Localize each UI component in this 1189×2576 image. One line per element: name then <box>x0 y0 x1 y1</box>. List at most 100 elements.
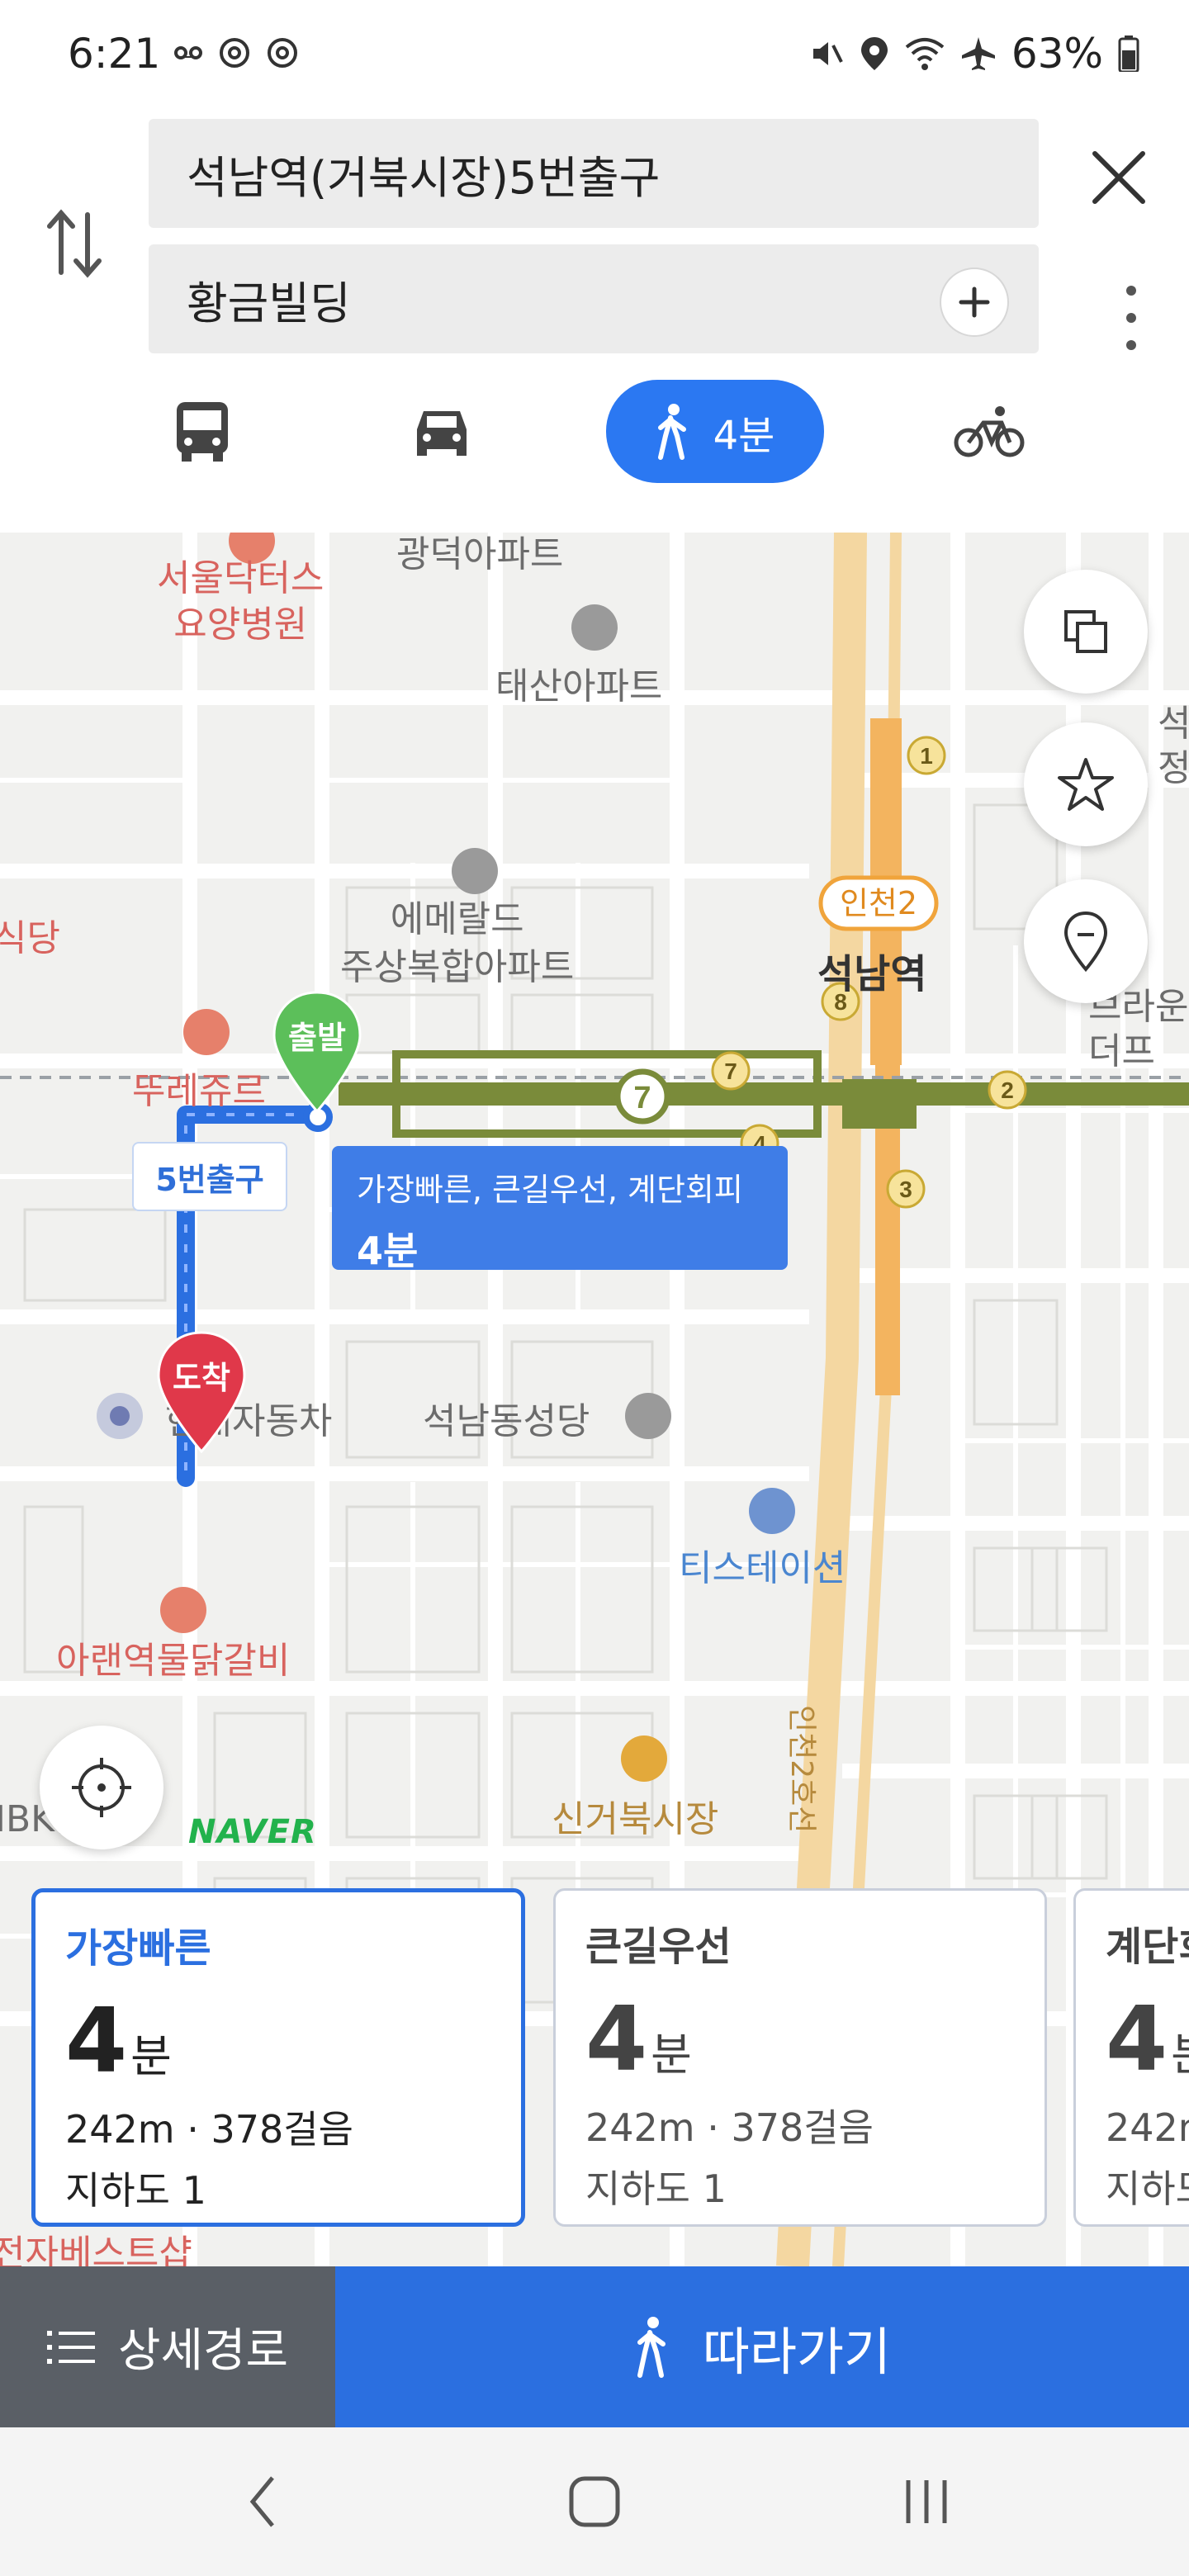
list-icon <box>46 2330 95 2364</box>
wifi-icon <box>905 38 945 70</box>
mode-tab-car[interactable] <box>400 380 483 483</box>
route-card-underpass: 지하도 1 <box>65 2168 206 2213</box>
nav-recents-button[interactable] <box>885 2460 968 2543</box>
map-label-top-apt: 광덕아파트 <box>396 533 564 575</box>
nav-home-button[interactable] <box>553 2460 636 2543</box>
start-pin-label: 출발 <box>288 1020 346 1056</box>
bus-icon <box>177 401 228 462</box>
svg-text:7: 7 <box>633 1081 651 1115</box>
layers-icon <box>1064 610 1107 653</box>
pin-icon <box>1063 911 1108 973</box>
swap-icon[interactable] <box>41 198 107 289</box>
route-tooltip-time: 4분 <box>357 1229 419 1273</box>
place-marker-button[interactable] <box>1024 879 1148 1003</box>
chrome-icon <box>220 38 249 68</box>
route-card-title: 가장빠른 <box>65 1925 211 1972</box>
route-tooltip-options: 가장빠른, 큰길우선, 계단회피 <box>357 1172 743 1208</box>
notification-icons <box>173 36 299 69</box>
route-card-main-road[interactable]: 큰길우선 4 분 242m · 378걸음 지하도 1 <box>553 1888 1047 2227</box>
route-card-time-value: 4 <box>585 1988 648 2091</box>
route-option-cards: 가장빠른 4 분 242m · 378걸음 지하도 1 큰길우선 4 분 242… <box>0 1887 1189 2233</box>
follow-route-button[interactable]: 따라가기 <box>335 2266 1189 2427</box>
favorite-button[interactable] <box>1024 722 1148 846</box>
svg-text:인천2: 인천2 <box>840 885 917 921</box>
map-label-market[interactable]: 신거북시장 <box>552 1789 718 1842</box>
mode-tab-walk[interactable]: 4분 <box>606 380 824 483</box>
route-card-time-value: 4 <box>1106 1988 1168 2091</box>
car-icon <box>417 410 467 456</box>
battery-icon <box>1118 36 1139 72</box>
map-label-taesan-apt[interactable]: 태산아파트 <box>495 656 662 709</box>
map-label-station[interactable]: 석남역 <box>817 941 926 999</box>
close-icon[interactable] <box>1082 140 1156 215</box>
route-card-distance: 242m · 378걸음 <box>585 2105 874 2150</box>
voicemail-icon <box>174 46 202 59</box>
route-card-distance: 242m · 378걸음 <box>65 2107 353 2152</box>
battery-percent: 63% <box>1011 30 1103 78</box>
more-options-icon[interactable] <box>1123 281 1139 355</box>
map-layers-button[interactable] <box>1024 570 1148 694</box>
map-label-restaurant-cut: 식당 <box>0 917 60 959</box>
route-card-time-value: 4 <box>65 1990 128 2093</box>
route-card-distance: 242m · 378걸음 <box>1106 2105 1189 2150</box>
bicycle-icon <box>954 405 1025 457</box>
route-card-title: 큰길우선 <box>585 1924 732 1970</box>
destination-field[interactable]: 황금빌딩 <box>149 244 1039 353</box>
recents-icon <box>906 2480 947 2523</box>
end-pin-label: 도착 <box>173 1360 230 1396</box>
route-card-underpass: 지하도 1 <box>1106 2166 1189 2211</box>
mode-tab-bus[interactable] <box>161 380 244 483</box>
mute-icon <box>812 42 843 65</box>
origin-text: 석남역(거북시장)5번출구 <box>187 151 661 204</box>
airplane-icon <box>961 37 995 70</box>
route-card-title: 계단회피 <box>1106 1924 1189 1970</box>
route-card-time: 4 분 <box>1106 1988 1189 2091</box>
map-label-hospital[interactable]: 서울닥터스 요양병원 <box>157 556 324 648</box>
route-card-time-unit: 분 <box>130 2030 172 2082</box>
walking-icon <box>637 2316 666 2378</box>
svg-text:3: 3 <box>899 1177 912 1202</box>
map-label-ddure[interactable]: 뚜레쥬르 <box>132 1061 266 1114</box>
back-icon <box>249 2476 274 2527</box>
naver-logo: NAVER <box>188 1813 317 1851</box>
end-pin[interactable]: 도착 <box>155 1331 248 1455</box>
route-detail-button[interactable]: 상세경로 <box>0 2266 335 2427</box>
map-label-parish[interactable]: 석남동성당 <box>423 1391 590 1444</box>
map-label-galbi[interactable]: 아랜역물닭갈비 <box>56 1631 290 1683</box>
home-icon <box>569 2476 620 2527</box>
map-label-line2: 인천2호선 <box>784 1705 818 1834</box>
chrome-icon <box>268 38 297 68</box>
mode-tab-bike[interactable] <box>948 380 1030 483</box>
system-icons: 63% <box>808 30 1139 78</box>
transport-mode-tabs: 4분 <box>0 380 1189 491</box>
system-nav-bar <box>0 2427 1189 2576</box>
svg-text:7: 7 <box>724 1058 737 1084</box>
nav-back-button[interactable] <box>221 2460 304 2543</box>
route-card-time: 4 분 <box>65 1990 491 2093</box>
svg-text:1: 1 <box>920 743 933 769</box>
map-label-tstation[interactable]: 티스테이션 <box>679 1538 846 1591</box>
svg-text:2: 2 <box>1001 1077 1014 1103</box>
route-card-time: 4 분 <box>585 1988 1015 2091</box>
route-search-header: 석남역(거북시장)5번출구 황금빌딩 4분 <box>0 107 1189 533</box>
destination-text: 황금빌딩 <box>187 277 351 329</box>
route-card-time-unit: 분 <box>651 2029 692 2081</box>
walk-time-label: 4분 <box>713 412 775 459</box>
current-location-button[interactable] <box>40 1726 163 1849</box>
start-pin[interactable]: 출발 <box>271 991 363 1115</box>
route-card-fastest[interactable]: 가장빠른 4 분 242m · 378걸음 지하도 1 <box>31 1888 525 2227</box>
follow-route-label: 따라가기 <box>702 2321 892 2382</box>
route-card-avoid-stairs[interactable]: 계단회피 4 분 242m · 378걸음 지하도 1 <box>1073 1888 1189 2227</box>
walking-icon <box>657 403 686 460</box>
route-tooltip[interactable]: 가장빠른, 큰길우선, 계단회피 4분 <box>332 1146 788 1273</box>
star-icon <box>1058 758 1114 811</box>
status-time: 6:21 <box>68 30 161 78</box>
origin-field[interactable]: 석남역(거북시장)5번출구 <box>149 119 1039 228</box>
add-waypoint-button[interactable] <box>940 268 1009 337</box>
map-label-emerald-apt[interactable]: 에메랄드 주상복합아파트 <box>340 896 574 992</box>
exit-label: 5번출구 <box>132 1142 287 1211</box>
route-card-time-unit: 분 <box>1171 2018 1189 2083</box>
status-bar: 6:21 63% <box>0 0 1189 107</box>
location-icon <box>860 37 888 70</box>
route-card-underpass: 지하도 1 <box>585 2166 727 2211</box>
